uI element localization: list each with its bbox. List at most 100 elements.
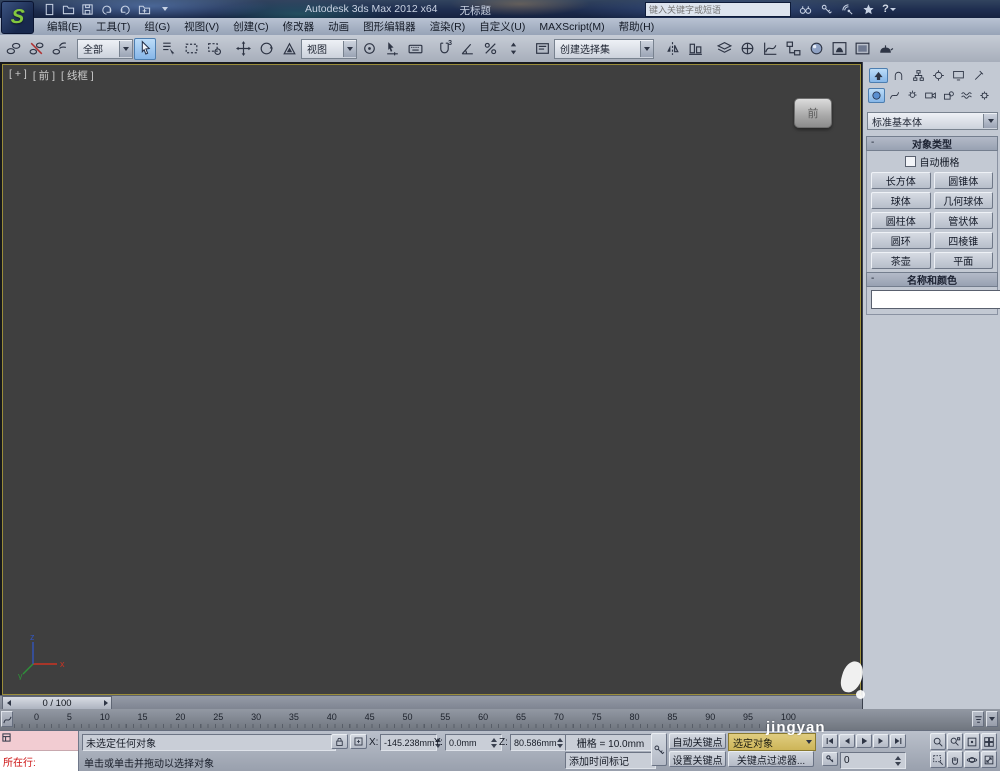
- go-to-start-button[interactable]: [822, 734, 838, 748]
- render-setup-button[interactable]: [828, 38, 850, 60]
- menu-item[interactable]: 图形编辑器: [356, 18, 423, 35]
- zoom-extents-button[interactable]: [964, 733, 980, 750]
- track-bar[interactable]: 0 5 10 15 20 25 30 35 40 45 50 55 60 65 70 75 80 85 90 95 10…: [0, 709, 1000, 731]
- category-space-warps[interactable]: [958, 88, 975, 103]
- category-helpers[interactable]: [940, 88, 957, 103]
- absolute-offset-mode-toggle-button[interactable]: [350, 734, 367, 749]
- tab-utilities[interactable]: [969, 68, 988, 83]
- category-shapes[interactable]: [886, 88, 903, 103]
- undo-button[interactable]: [99, 2, 114, 16]
- layer-manager-button[interactable]: [713, 38, 735, 60]
- previous-frame-button[interactable]: [839, 734, 855, 748]
- tab-hierarchy[interactable]: [909, 68, 928, 83]
- select-by-name-button[interactable]: [157, 38, 179, 60]
- zoom-region-button[interactable]: [930, 751, 946, 768]
- object-name-input[interactable]: [871, 290, 1000, 309]
- rectangular-selection-region-button[interactable]: [180, 38, 202, 60]
- spinner-icon[interactable]: [556, 736, 563, 749]
- application-menu-button[interactable]: S: [1, 1, 34, 34]
- object-type-button[interactable]: 管状体: [933, 212, 993, 229]
- graphite-tools-button[interactable]: [736, 38, 758, 60]
- material-editor-button[interactable]: [805, 38, 827, 60]
- coord-x-field[interactable]: -145.238mm: [380, 734, 441, 751]
- edit-named-selection-sets-button[interactable]: [531, 38, 553, 60]
- curve-editor-button[interactable]: [759, 38, 781, 60]
- object-type-rollout-header[interactable]: - 对象类型: [866, 136, 998, 151]
- menu-item[interactable]: 渲染(R): [423, 18, 473, 35]
- render-production-button[interactable]: [874, 38, 896, 60]
- primitive-category-dropdown[interactable]: 标准基本体: [867, 112, 998, 130]
- use-pivot-center-button[interactable]: [358, 38, 380, 60]
- unlink-selection-button[interactable]: [25, 38, 47, 60]
- selection-lock-toggle-button[interactable]: [331, 734, 348, 749]
- window-crossing-toggle-button[interactable]: [203, 38, 225, 60]
- align-button[interactable]: [684, 38, 706, 60]
- tab-create[interactable]: [869, 68, 888, 83]
- coord-y-field[interactable]: 0.0mm: [445, 734, 502, 751]
- keyboard-shortcut-override-button[interactable]: [404, 38, 426, 60]
- menu-item[interactable]: 创建(C): [226, 18, 276, 35]
- menu-item[interactable]: MAXScript(M): [532, 18, 611, 35]
- selection-filter-dropdown[interactable]: 全部: [77, 38, 133, 59]
- help-button[interactable]: ?: [882, 3, 896, 17]
- snap-toggle-3d-button[interactable]: 3: [433, 38, 455, 60]
- mirror-button[interactable]: [661, 38, 683, 60]
- autogrid-checkbox[interactable]: [904, 156, 916, 167]
- zoom-all-button[interactable]: [947, 733, 963, 750]
- category-geometry[interactable]: [868, 88, 885, 103]
- viewport-view-label[interactable]: [ 前 ]: [33, 68, 55, 83]
- macro-recorder-field[interactable]: [0, 731, 78, 751]
- object-type-button[interactable]: 圆锥体: [933, 172, 993, 189]
- mini-curve-editor-button[interactable]: [1, 711, 13, 727]
- menu-item[interactable]: 组(G): [137, 18, 177, 35]
- play-animation-button[interactable]: [856, 734, 872, 748]
- next-frame-button[interactable]: [873, 734, 889, 748]
- tab-modify[interactable]: [889, 68, 908, 83]
- named-selection-sets-dropdown[interactable]: 创建选择集: [554, 38, 654, 59]
- redo-button[interactable]: [118, 2, 133, 16]
- set-keys-button[interactable]: [651, 733, 667, 766]
- object-type-button[interactable]: 平面: [933, 252, 993, 269]
- rendered-frame-window-button[interactable]: [851, 38, 873, 60]
- viewport-shading-label[interactable]: [ 线框 ]: [61, 68, 94, 83]
- trackbar-filter-button[interactable]: [972, 711, 984, 727]
- trackbar-menu-button[interactable]: [986, 711, 998, 727]
- tab-display[interactable]: [949, 68, 968, 83]
- select-and-link-button[interactable]: [2, 38, 24, 60]
- add-time-tag-field[interactable]: 添加时间标记: [565, 752, 656, 769]
- menu-item[interactable]: 自定义(U): [472, 18, 532, 35]
- select-and-rotate-button[interactable]: [255, 38, 277, 60]
- zoom-button[interactable]: [930, 733, 946, 750]
- select-and-scale-button[interactable]: [278, 38, 300, 60]
- category-lights[interactable]: [904, 88, 921, 103]
- maxscript-listener-field[interactable]: 所在行:: [0, 751, 78, 771]
- project-folder-button[interactable]: [137, 2, 152, 16]
- time-slider-handle[interactable]: 0 / 100: [2, 696, 112, 710]
- object-type-button[interactable]: 几何球体: [933, 192, 993, 209]
- menu-item[interactable]: 工具(T): [89, 18, 137, 35]
- spinner-icon[interactable]: [893, 754, 902, 767]
- time-slider-track[interactable]: 0 / 100: [0, 695, 862, 710]
- go-to-end-button[interactable]: [890, 734, 906, 748]
- spinner-snap-button[interactable]: [502, 38, 524, 60]
- select-object-button[interactable]: [134, 37, 156, 60]
- auto-key-toggle-button[interactable]: 自动关键点: [669, 733, 726, 749]
- reference-coordinate-dropdown[interactable]: 视图: [301, 38, 357, 59]
- zoom-extents-all-button[interactable]: [981, 733, 997, 750]
- spinner-icon[interactable]: [489, 736, 498, 749]
- select-and-manipulate-button[interactable]: [381, 38, 403, 60]
- key-mode-toggle-button[interactable]: [822, 752, 838, 766]
- key-filters-button[interactable]: 关键点过滤器...: [728, 751, 814, 767]
- menu-item[interactable]: 视图(V): [177, 18, 226, 35]
- select-and-move-button[interactable]: [232, 38, 254, 60]
- front-viewport[interactable]: [ + ] [ 前 ] [ 线框 ] 前 x z y: [2, 64, 861, 695]
- search-binoculars-icon[interactable]: [798, 3, 812, 17]
- next-frame-arrow[interactable]: [100, 697, 111, 709]
- current-frame-field[interactable]: 0: [840, 752, 906, 769]
- menu-item[interactable]: 编辑(E): [40, 18, 89, 35]
- viewcube-face-label[interactable]: 前: [808, 105, 819, 121]
- sign-in-key-icon[interactable]: [819, 3, 833, 17]
- pan-view-button[interactable]: [947, 751, 963, 768]
- category-systems[interactable]: [976, 88, 993, 103]
- schematic-view-button[interactable]: [782, 38, 804, 60]
